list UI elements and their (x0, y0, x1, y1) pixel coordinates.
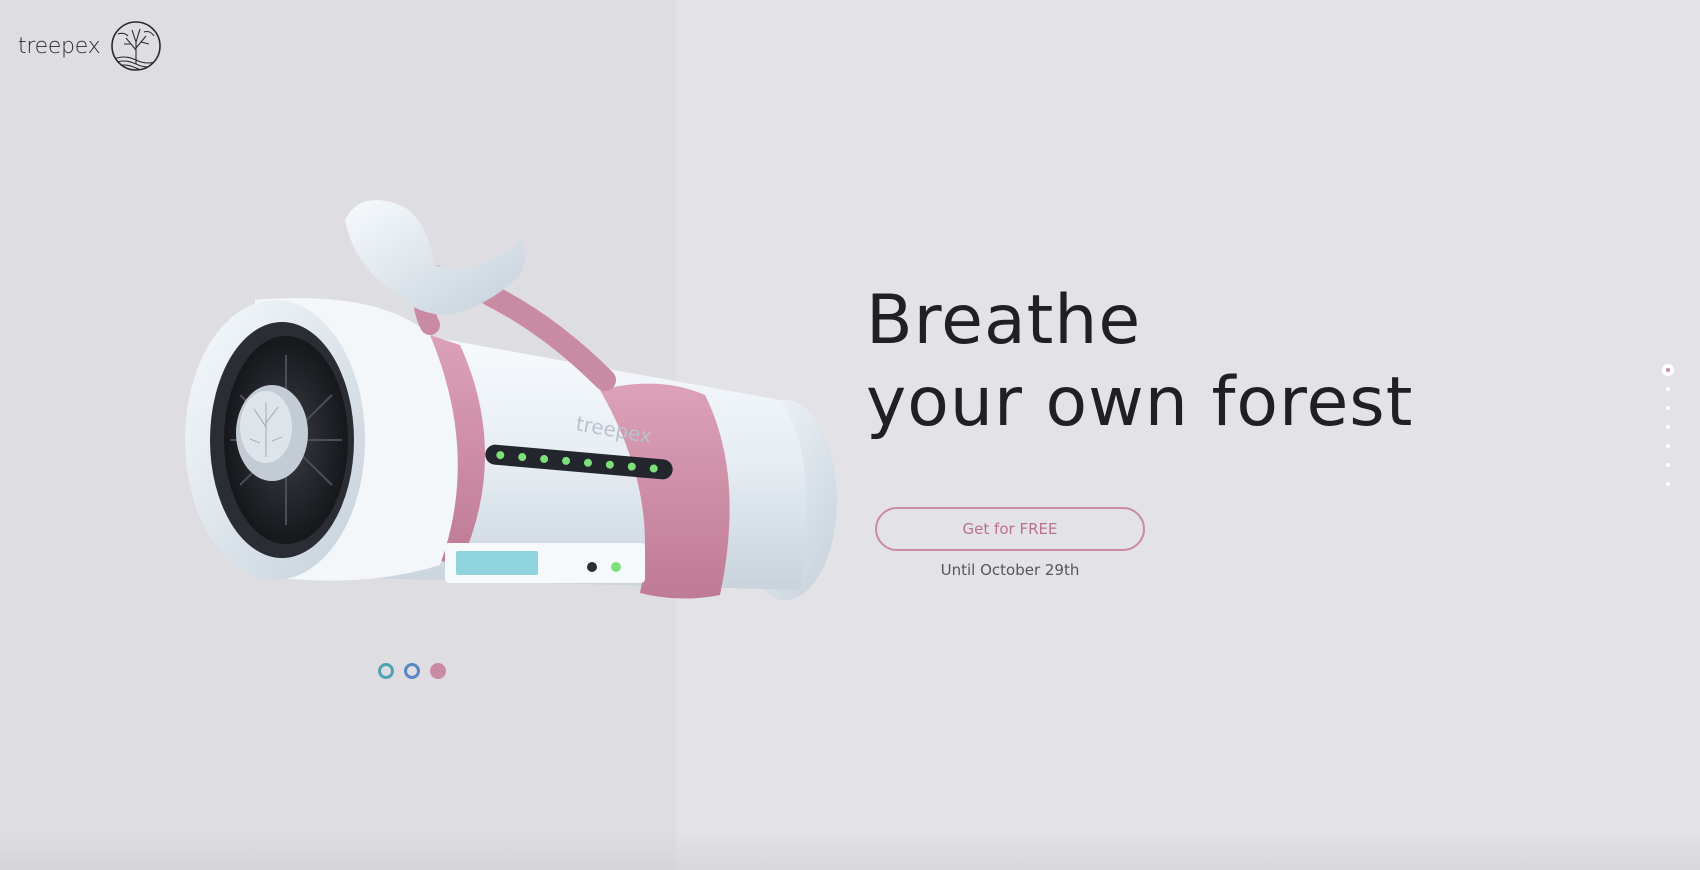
carousel-dot-1[interactable] (378, 663, 394, 679)
section-dot-4[interactable] (1666, 425, 1670, 429)
get-for-free-button[interactable]: Get for FREE (875, 507, 1145, 551)
tree-emblem-icon (111, 21, 162, 71)
carousel-dot-2[interactable] (404, 663, 420, 679)
bottom-shadow (0, 830, 1700, 870)
carousel-dot-3-active[interactable] (430, 663, 446, 679)
slide-selector (378, 663, 446, 679)
hero-headline: Breathe your own forest (866, 280, 1413, 444)
headline-line-1: Breathe (866, 281, 1142, 360)
headline-line-2: your own forest (866, 363, 1414, 442)
section-dot-2[interactable] (1666, 387, 1670, 391)
logo[interactable]: treepex (18, 20, 162, 72)
section-dot-7[interactable] (1666, 482, 1670, 486)
logo-text: treepex (18, 33, 101, 59)
offer-deadline-text: Until October 29th (940, 561, 1080, 579)
section-pagination (1660, 364, 1676, 493)
section-dot-5[interactable] (1666, 444, 1670, 448)
section-dot-1[interactable] (1662, 364, 1674, 376)
section-dot-6[interactable] (1666, 463, 1670, 467)
air-purifier-product-image: treepex (185, 200, 837, 600)
section-dot-3[interactable] (1666, 406, 1670, 410)
